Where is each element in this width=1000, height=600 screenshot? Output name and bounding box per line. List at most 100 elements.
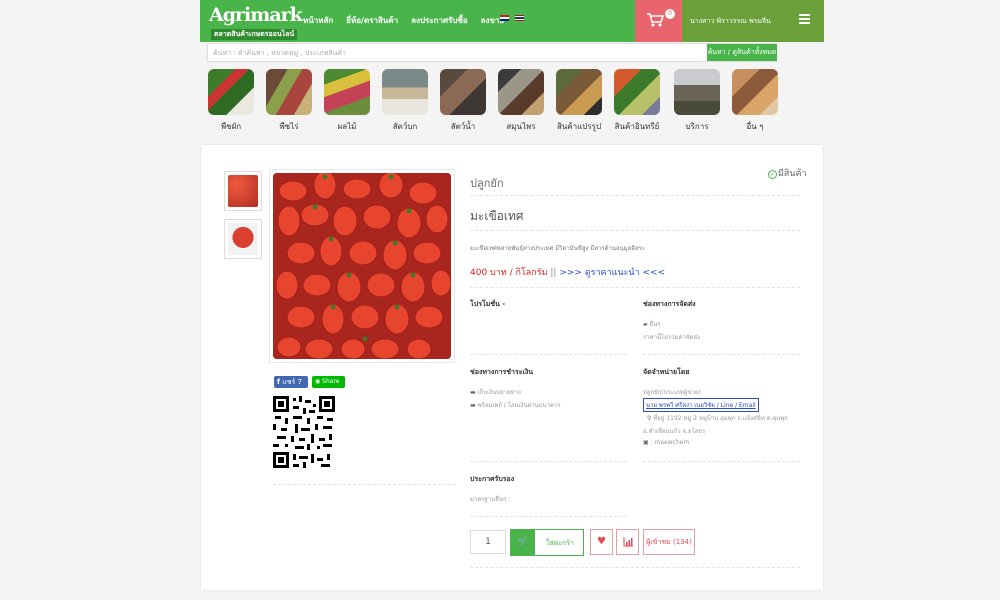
divider: [470, 461, 627, 462]
credit-card-icon: ▬: [470, 402, 476, 409]
stock-status-label: มีสินค้า: [778, 169, 807, 179]
category-label: อื่น ๆ: [746, 122, 764, 131]
shipping-method-label: อื่นๆ: [649, 321, 661, 328]
category-organic[interactable]: สินค้าอินทรีย์: [614, 69, 660, 133]
bar-chart-icon: [623, 537, 633, 547]
product-main-photo[interactable]: [269, 169, 455, 363]
divider: [470, 516, 627, 517]
user-area: นางสาว พิราวรรณ พรมจีน: [682, 0, 824, 42]
product-price-row: 400 บาท / กิโลกรัม || >>> ดูราคาแนะนำ <<…: [470, 265, 665, 279]
nav-post-buy[interactable]: ลงประกาศรับซื้อ: [411, 14, 468, 27]
seller-address-label: ที่อยู่ 1192 หมู่ 2 หมู่บ้าน ลุมพุก ถ.แจ…: [653, 415, 788, 422]
stock-status: ✓ มีสินค้า: [768, 166, 807, 180]
cart-icon: 🛒: [511, 530, 535, 555]
category-others[interactable]: อื่น ๆ: [732, 69, 778, 133]
contact-icon: ▣: [643, 439, 649, 446]
product-description: มะเขือเทศหลายพันธุ์ต่างประเทศ มีวิตามินซ…: [470, 245, 645, 252]
main-nav: หน้าหลัก ยี่ห้อ/ตราสินค้า ลงประกาศรับซื้…: [303, 14, 504, 27]
credit-card-icon: ▬: [470, 389, 476, 396]
product-thumbnail-1[interactable]: [224, 171, 262, 211]
category-field-crops[interactable]: พืชไร่: [266, 69, 312, 133]
category-label: บริการ: [685, 122, 709, 131]
logo[interactable]: Agrimark ตลาดสินค้าเกษตรออนไลน์: [209, 4, 303, 40]
payment-option-2: ▬ พร้อมเพย์ / โอนเงินผ่านธนาคาร: [470, 400, 560, 410]
category-label: สินค้าแปรรูป: [556, 122, 602, 131]
add-to-cart-button[interactable]: 🛒 ใส่ตะกร้า: [510, 529, 584, 556]
thumbnail-image: [228, 223, 258, 255]
category-vegetables-image: [208, 69, 254, 115]
nav-brands[interactable]: ยี่ห้อ/ตราสินค้า: [346, 14, 398, 27]
payment-title: ช่องทางการชำระเงิน: [470, 368, 534, 376]
shopping-cart-icon: [647, 13, 664, 27]
divider: [470, 354, 627, 355]
divider: [470, 230, 800, 231]
quantity-input[interactable]: [470, 530, 506, 554]
certification-text: มาตรฐานอื่นๆ :: [470, 496, 511, 503]
divider: [470, 567, 800, 568]
category-organic-image: [614, 69, 660, 115]
user-name[interactable]: นางสาว พิราวรรณ พรมจีน: [690, 16, 771, 27]
product-thumbnail-2[interactable]: [224, 219, 262, 259]
category-fruits[interactable]: ผลไม้: [324, 69, 370, 133]
search-input[interactable]: [208, 44, 704, 61]
category-herbs[interactable]: สมุนไพร: [498, 69, 544, 133]
price-separator: ||: [550, 268, 557, 278]
seller-contact: ▣ : maewchem: [643, 439, 689, 446]
stats-button[interactable]: [616, 529, 639, 555]
visitor-count[interactable]: ผู้เข้าชม (134): [643, 529, 695, 555]
facebook-share-label: แชร์ 7: [282, 378, 302, 386]
nav-home[interactable]: หน้าหลัก: [303, 14, 333, 27]
shipping-method: ▰ อื่นๆ: [643, 319, 660, 329]
category-processed-image: [556, 69, 602, 115]
cart-count-badge: 0: [665, 9, 675, 19]
divider: [643, 354, 800, 355]
category-aquatic-animals[interactable]: สัตว์น้ำ: [440, 69, 486, 133]
category-land-animals[interactable]: สัตว์บก: [382, 69, 428, 133]
category-herbs-image: [498, 69, 544, 115]
product-subcategory[interactable]: ปลูกยัก: [470, 174, 504, 192]
category-label: พืชผัก: [220, 122, 242, 131]
divider: [470, 287, 800, 288]
line-share-button[interactable]: ◉ Share: [312, 376, 345, 388]
certification-title: ประกาศรับรอง: [470, 475, 515, 483]
category-label: สัตว์บก: [392, 122, 418, 131]
category-field-crops-image: [266, 69, 312, 115]
divider: [273, 484, 456, 485]
seller-title: จัดจำหน่ายโดย: [643, 368, 690, 376]
suggested-price-link[interactable]: >>> ดูราคาแนะนำ <<<: [559, 268, 665, 278]
tomato-illustration: [273, 173, 451, 359]
qr-code: [273, 396, 335, 468]
facebook-share-button[interactable]: f แชร์ 7: [274, 376, 308, 388]
thai-flag-icon[interactable]: [515, 15, 524, 21]
shipping-note: ราคานี้ไม่รวมค่าจัดส่ง: [643, 334, 700, 341]
payment-option-label: พร้อมเพย์ / โอนเงินผ่านธนาคาร: [477, 402, 561, 409]
truck-icon: ▰: [643, 321, 648, 328]
payment-option-label: เก็บเงินปลายทาง: [477, 389, 521, 396]
wishlist-button[interactable]: ♥: [590, 529, 613, 555]
thumbnail-image: [228, 175, 258, 207]
logo-text: Agrimark: [209, 4, 303, 26]
product-title: มะเขือเทศ: [470, 209, 524, 223]
category-processed[interactable]: สินค้าแปรรูป: [556, 69, 602, 133]
payment-option-1: ▬ เก็บเงินปลายทาง: [470, 387, 521, 397]
category-others-image: [732, 69, 778, 115]
category-vegetables[interactable]: พืชผัก: [208, 69, 254, 133]
search-button[interactable]: ค้นหา / ดูสินค้าทั้งหมด: [707, 44, 777, 61]
divider: [470, 195, 800, 196]
check-circle-icon: ✓: [768, 170, 777, 179]
logo-tagline: ตลาดสินค้าเกษตรออนไลน์: [211, 29, 298, 40]
language-switcher: [500, 15, 524, 21]
heart-icon: ♥: [597, 536, 606, 547]
seller-address-line-2: อ.คำเขื่อนแก้ว จ.ยโสธร: [643, 428, 706, 435]
seller-name-link[interactable]: นาย พรพวี ศรีสง่า เนยวิชัย / Line / Emai…: [643, 398, 759, 412]
category-services[interactable]: บริการ: [674, 69, 720, 133]
category-label: สัตว์น้ำ: [450, 122, 476, 131]
english-flag-icon[interactable]: [500, 15, 509, 21]
seller-type: ปลูกยัก(ประเภทผู้ขาย): [643, 389, 701, 396]
hamburger-menu-icon[interactable]: [799, 14, 810, 25]
cart-button[interactable]: 0: [635, 0, 682, 42]
facebook-icon: f: [277, 378, 281, 386]
category-aquatic-animals-image: [440, 69, 486, 115]
category-strip: พืชผัก พืชไร่ ผลไม้ สัตว์บก สัตว์น้ำ สมุ…: [0, 62, 1000, 136]
category-fruits-image: [324, 69, 370, 115]
